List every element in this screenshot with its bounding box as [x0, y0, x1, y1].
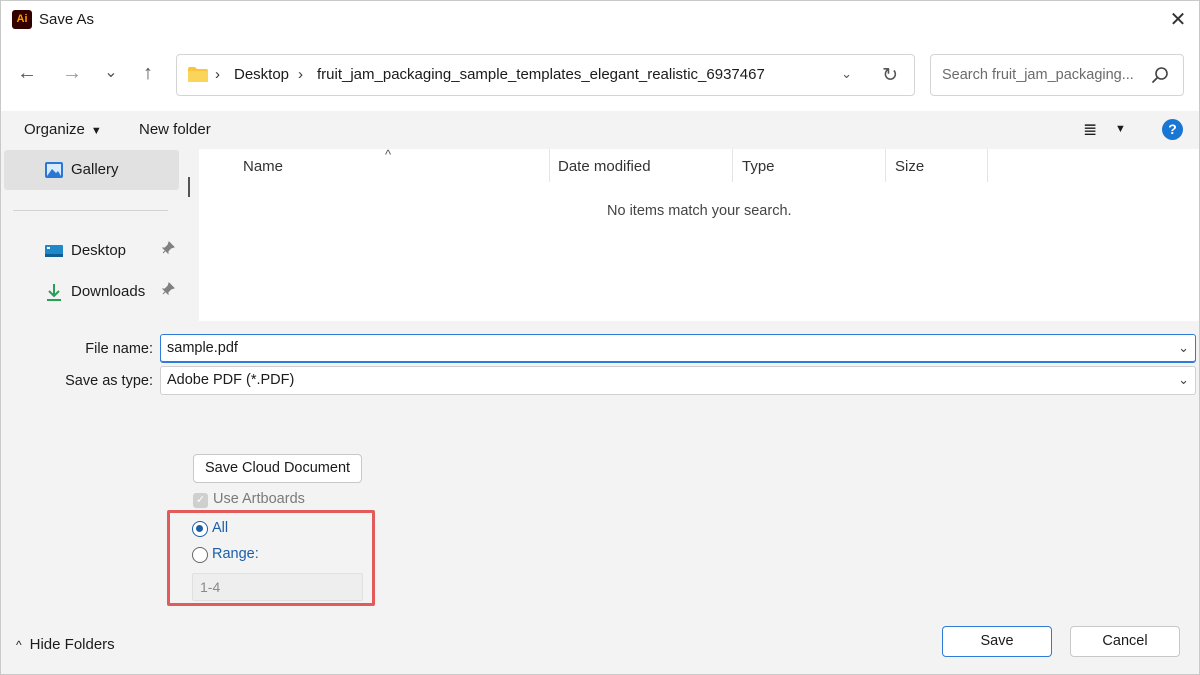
file-name-label: File name: [85, 341, 153, 357]
use-artboards-label: Use Artboards [213, 491, 305, 507]
illustrator-app-icon: Ai [12, 10, 32, 29]
use-artboards-checkbox[interactable]: ✓ [193, 493, 208, 508]
pin-icon [161, 241, 175, 258]
breadcrumb-separator: › [215, 66, 220, 83]
column-divider[interactable] [885, 149, 886, 182]
column-header-size[interactable]: Size [895, 158, 924, 175]
help-icon[interactable]: ? [1162, 119, 1183, 140]
sidebar-item-gallery[interactable]: Gallery [4, 150, 179, 190]
gallery-icon [45, 162, 63, 178]
folder-icon [188, 67, 208, 82]
refresh-icon[interactable]: ↻ [882, 64, 898, 87]
column-header-name[interactable]: Name [243, 158, 283, 175]
search-placeholder: Search fruit_jam_packaging... [942, 67, 1134, 83]
column-divider[interactable] [549, 149, 550, 182]
desktop-icon [45, 245, 63, 257]
command-bar: Organize ▼ New folder ≣ ▼ ? [1, 111, 1199, 149]
save-as-type-select[interactable]: Adobe PDF (*.PDF) ⌄ [160, 366, 1196, 395]
downloads-icon [47, 284, 61, 301]
save-button[interactable]: Save [942, 626, 1052, 657]
column-header-type[interactable]: Type [742, 158, 775, 175]
up-arrow-icon[interactable]: ↑ [136, 61, 160, 85]
caret-down-icon: ▼ [90, 125, 102, 137]
sort-ascending-icon: ^ [385, 147, 392, 162]
range-input[interactable]: 1-4 [192, 573, 363, 601]
file-name-field[interactable]: sample.pdf ⌄ [160, 334, 1196, 363]
sidebar-item-label: Downloads [71, 283, 146, 300]
dialog-footer: ^ Hide Folders Save Cancel [1, 611, 1199, 674]
save-as-type-label: Save as type: [65, 373, 153, 389]
breadcrumb-current-folder[interactable]: fruit_jam_packaging_sample_templates_ele… [317, 66, 765, 83]
recent-locations-chevron-icon[interactable]: ⌄ [99, 61, 123, 85]
file-list: ^ Name Date modified Type Size No items … [199, 147, 1199, 321]
title-bar: Ai Save As ✕ [1, 1, 1199, 39]
column-header-date-modified[interactable]: Date modified [558, 158, 651, 175]
organize-label: Organize [24, 121, 85, 138]
save-cloud-document-button[interactable]: Save Cloud Document [193, 454, 362, 483]
chevron-down-icon[interactable]: ⌄ [1178, 340, 1189, 356]
sidebar-divider [13, 210, 168, 211]
view-options-icon[interactable]: ≣ [1083, 120, 1097, 140]
forward-arrow-icon[interactable]: → [60, 61, 84, 85]
organize-button[interactable]: Organize ▼ [24, 121, 102, 138]
column-divider[interactable] [732, 149, 733, 182]
hide-folders-label: Hide Folders [29, 636, 115, 653]
address-dropdown-chevron-icon[interactable]: ⌄ [841, 66, 852, 82]
search-input[interactable]: Search fruit_jam_packaging... [930, 54, 1184, 96]
save-as-dialog: Ai Save As ✕ ← → ⌄ ↑ › Desktop › fruit_j… [0, 0, 1200, 675]
radio-all-label: All [212, 520, 229, 536]
close-icon[interactable]: ✕ [1165, 7, 1191, 33]
back-arrow-icon[interactable]: ← [15, 61, 39, 85]
search-icon[interactable] [1151, 66, 1169, 84]
range-value: 1-4 [200, 579, 221, 595]
chevron-up-icon: ^ [16, 638, 22, 652]
pin-icon [161, 282, 175, 299]
radio-all[interactable] [192, 521, 208, 537]
empty-results-message: No items match your search. [607, 203, 792, 219]
new-folder-button[interactable]: New folder [139, 121, 211, 138]
radio-range[interactable] [192, 547, 208, 563]
caret-down-icon[interactable]: ▼ [1115, 123, 1126, 135]
file-name-value: sample.pdf [167, 340, 238, 356]
radio-range-label: Range: [212, 546, 259, 562]
sidebar-item-downloads[interactable]: Downloads [4, 272, 179, 312]
breadcrumb-separator: › [298, 66, 303, 83]
sidebar-item-label: Gallery [71, 161, 119, 178]
cancel-button[interactable]: Cancel [1070, 626, 1180, 657]
column-divider[interactable] [987, 149, 988, 182]
hide-folders-button[interactable]: ^ Hide Folders [16, 636, 115, 653]
browse-pane: Gallery Desktop Downloads ^ Name Date mo… [1, 147, 1199, 321]
breadcrumb-desktop[interactable]: Desktop [234, 66, 289, 83]
dialog-title: Save As [39, 11, 95, 28]
sidebar-scrollbar[interactable] [188, 177, 190, 197]
address-bar[interactable]: › Desktop › fruit_jam_packaging_sample_t… [176, 54, 915, 96]
sidebar-item-label: Desktop [71, 242, 127, 259]
navigation-pane: Gallery Desktop Downloads [1, 149, 199, 321]
chevron-down-icon[interactable]: ⌄ [1178, 372, 1189, 388]
sidebar-item-desktop[interactable]: Desktop [4, 231, 179, 271]
save-as-type-value: Adobe PDF (*.PDF) [167, 372, 295, 388]
navigation-bar: ← → ⌄ ↑ › Desktop › fruit_jam_packaging_… [1, 39, 1199, 111]
